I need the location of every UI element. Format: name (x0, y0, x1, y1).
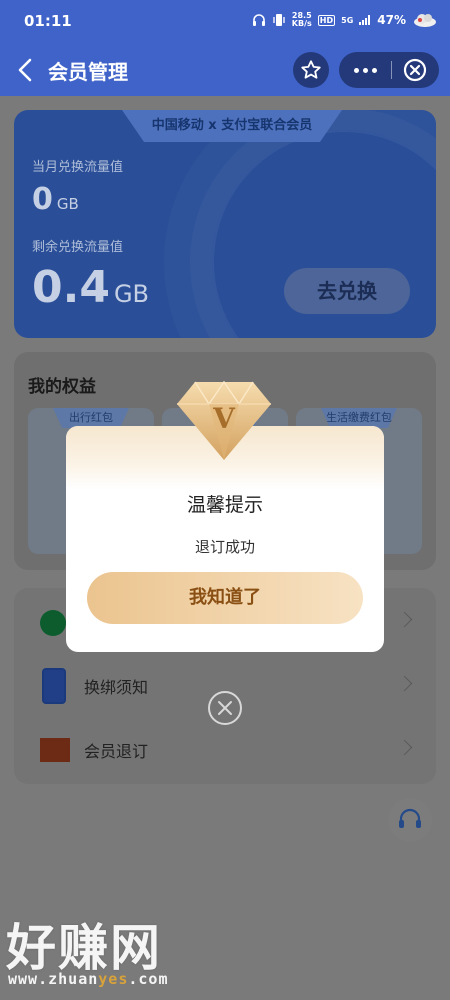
benefits-title: 我的权益 (28, 377, 96, 397)
more-options-button[interactable] (339, 52, 391, 88)
menu-item-unsubscribe[interactable]: 会员退订 (14, 718, 436, 780)
status-time: 01:11 (24, 12, 72, 30)
net-speed-unit: KB/s (291, 19, 312, 28)
status-bar: 01:11 28.5 KB/s HD 5G 47% (0, 0, 450, 44)
hd-badge: HD (317, 14, 336, 26)
month-redeem-label: 当月兑换流量值 (32, 160, 124, 175)
dialog-title: 温馨提示 (186, 494, 263, 516)
signal-icon (359, 15, 371, 25)
customer-service-button[interactable] (388, 798, 432, 842)
watermark-url: www.zhuanyes.com (8, 970, 169, 988)
net-speed: 28.5 KB/s (292, 12, 312, 28)
site-watermark: 好赚网 www.zhuanyes.com (0, 908, 220, 1000)
member-card: 中国移动 x 支付宝联合会员 当月兑换流量值 0 GB 剩余兑换流量值 0.4 GB… (14, 110, 436, 338)
month-redeem-value: 0 GB (32, 182, 79, 217)
card-banner: 中国移动 x 支付宝联合会员 (122, 110, 342, 142)
dialog-message: 退订成功 (194, 538, 255, 556)
page-title: 会员管理 (48, 60, 128, 84)
month-value-number: 0 (32, 182, 53, 217)
close-program-button[interactable] (392, 52, 438, 88)
star-icon (301, 60, 321, 79)
status-indicators: 28.5 KB/s HD 5G 47% (252, 12, 438, 28)
watermark-url-suffix: .com (128, 970, 169, 988)
diamond-vip-icon: V (177, 380, 271, 460)
remaining-value-unit: GB (113, 280, 150, 308)
overlay-close-icon[interactable] (207, 690, 243, 726)
vibrate-icon (273, 14, 285, 26)
confirm-button[interactable]: 我知道了 (87, 572, 363, 624)
chevron-right-icon (396, 739, 413, 756)
headphones-icon (252, 14, 265, 26)
back-arrow-icon[interactable] (14, 56, 38, 84)
compass-icon (40, 610, 66, 636)
month-value-unit: GB (56, 195, 79, 213)
remaining-value-number: 0.4 (32, 262, 110, 313)
chevron-right-icon (396, 611, 413, 628)
remaining-redeem-label: 剩余兑换流量值 (32, 240, 124, 255)
headset-icon (399, 808, 421, 828)
chevron-right-icon (396, 675, 413, 692)
watermark-url-accent: yes (98, 970, 129, 988)
mini-program-capsule (339, 52, 439, 88)
refund-icon (40, 738, 70, 762)
phone-icon (42, 668, 66, 704)
diamond-letter: V (212, 402, 236, 435)
menu-item-label: 会员退订 (84, 742, 149, 761)
favorite-button[interactable] (293, 52, 329, 88)
remaining-redeem-value: 0.4 GB (32, 262, 149, 313)
cloud-icon (414, 14, 436, 27)
battery-percent: 47% (377, 13, 406, 27)
menu-item-label: 换绑须知 (84, 678, 149, 697)
redeem-button[interactable]: 去兑换 (284, 268, 410, 314)
benefit-tag: 出行红包 (53, 408, 129, 428)
close-circle-icon (403, 58, 427, 82)
watermark-url-prefix: www.zhuan (8, 970, 99, 988)
signal-label: 5G (341, 15, 354, 25)
navigation-bar: 会员管理 (0, 44, 450, 96)
benefit-tag: 生活缴费红包 (321, 408, 397, 428)
